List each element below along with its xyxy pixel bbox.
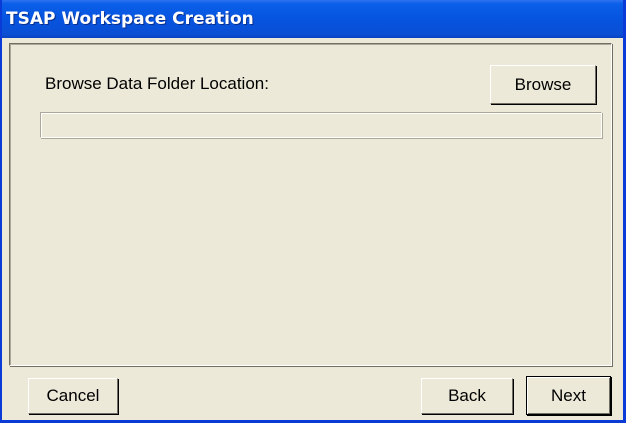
data-folder-path-field[interactable] <box>40 112 602 138</box>
browse-folder-label: Browse Data Folder Location: <box>45 74 269 93</box>
next-button[interactable]: Next <box>526 376 611 415</box>
browse-button[interactable]: Browse <box>490 65 596 104</box>
cancel-button[interactable]: Cancel <box>28 378 118 414</box>
title-bar[interactable]: TSAP Workspace Creation <box>2 0 623 38</box>
back-button[interactable]: Back <box>421 378 513 414</box>
window-title: TSAP Workspace Creation <box>6 9 254 29</box>
dialog-window: TSAP Workspace Creation <box>0 0 626 423</box>
